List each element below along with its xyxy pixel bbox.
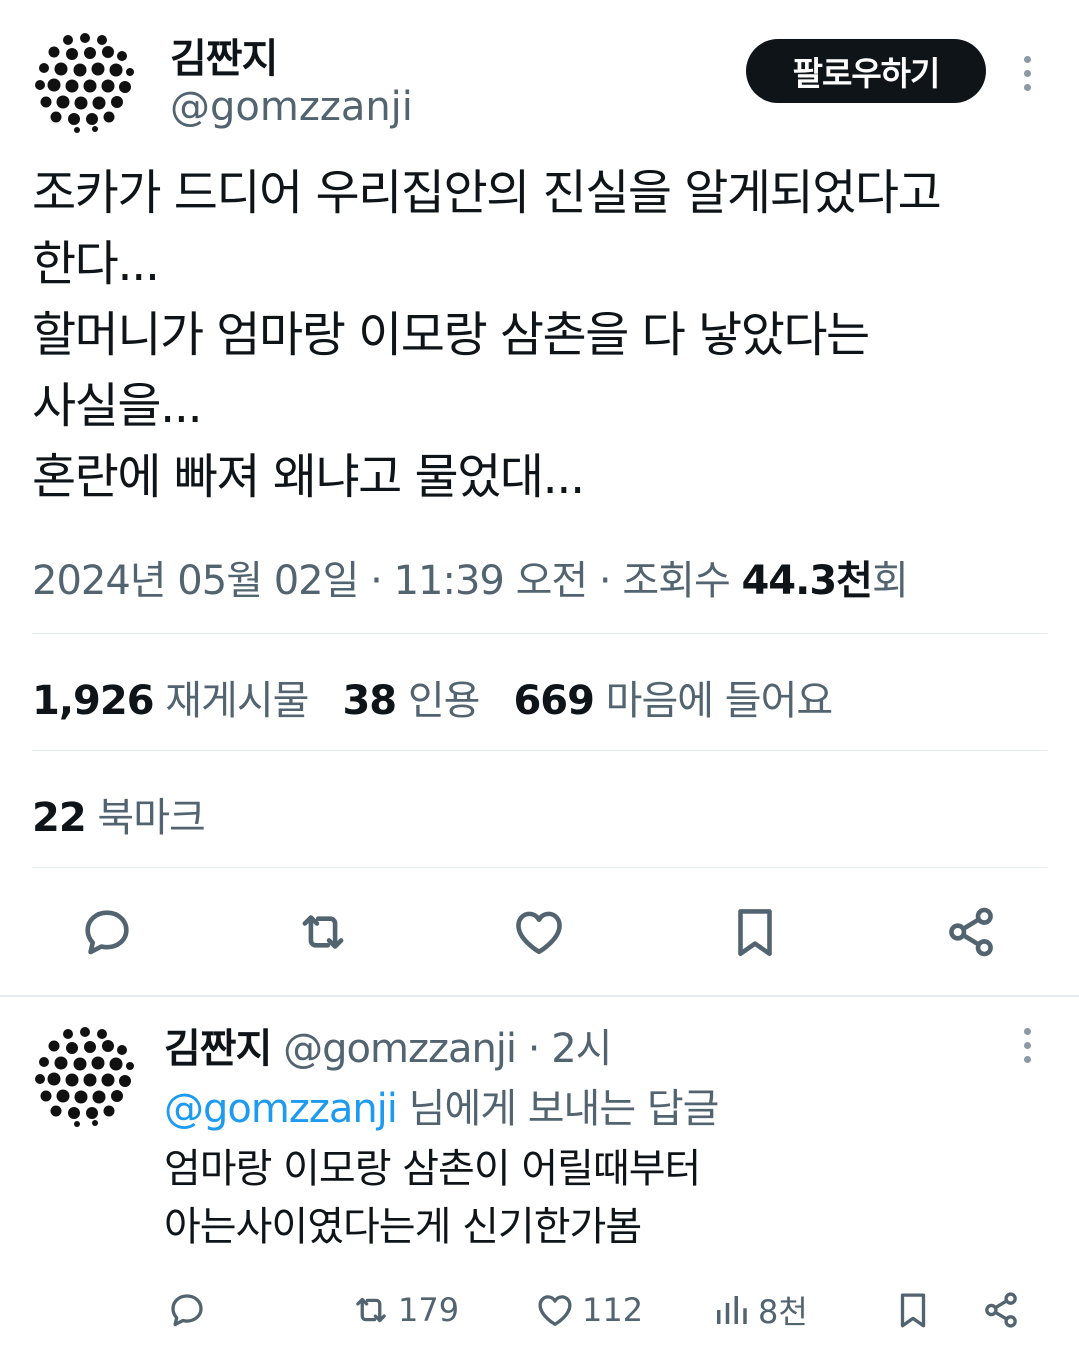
retweet-icon[interactable] [294, 903, 352, 961]
like-icon[interactable] [510, 903, 568, 961]
tweet-date[interactable]: 2024년 05월 02일 [32, 558, 359, 604]
retweets-count: 1,926 [32, 678, 155, 724]
likes-stat[interactable]: 669 마음에 들어요 [513, 678, 834, 724]
quotes-count: 38 [342, 678, 397, 724]
like-icon [538, 1295, 572, 1327]
bookmarks-count: 22 [32, 795, 87, 841]
views-label: 조회수 [622, 558, 730, 604]
bookmarks-stat[interactable]: 22 북마크 [32, 785, 206, 843]
separator: · [527, 1026, 541, 1072]
views-count[interactable]: 44.3천 [741, 558, 872, 604]
reply-author-handle[interactable]: @gomzzanji [283, 1026, 517, 1072]
reply-icon [171, 1294, 203, 1327]
divider [32, 867, 1048, 868]
reply-reply-button[interactable] [166, 1286, 214, 1334]
reply-text-line: 엄마랑 이모랑 삼촌이 어릴때부터 [164, 1146, 701, 1192]
share-icon [985, 1292, 1017, 1328]
author-name[interactable]: 김짠지 [170, 26, 278, 84]
tweet-text-line: 한다... [32, 236, 160, 292]
reply-author-avatar[interactable] [32, 1022, 138, 1128]
views-suffix: 회 [871, 558, 909, 604]
retweets-label: 재게시물 [165, 678, 309, 724]
reply-header: 김짠지 @gomzzanji · 2시 [164, 1016, 612, 1074]
tweet-text-line: 조카가 드디어 우리집안의 진실을 알게되었다고 [32, 165, 942, 221]
section-divider [0, 995, 1079, 997]
reply-views-count: 8천 [758, 1293, 808, 1331]
reply-time[interactable]: 2시 [551, 1026, 612, 1072]
reply-retweet-button[interactable]: 179 [350, 1286, 459, 1334]
share-icon[interactable] [942, 903, 1000, 961]
separator: · [370, 558, 383, 604]
tweet-text: 조카가 드디어 우리집안의 진실을 알게되었다고 한다... 할머니가 엄마랑 … [32, 158, 1042, 513]
quotes-stat[interactable]: 38 인용 [342, 678, 481, 724]
engagement-stats: 1,926 재게시물 38 인용 669 마음에 들어요 [32, 668, 834, 726]
bookmark-icon[interactable] [726, 903, 784, 961]
more-options-icon[interactable] [1017, 56, 1037, 91]
divider [32, 633, 1048, 634]
tweet-text-line: 혼란에 빠져 왜냐고 물었대... [32, 449, 585, 505]
reply-to-suffix: 님에게 보내는 답글 [408, 1086, 720, 1132]
replying-to: @gomzzanji 님에게 보내는 답글 [164, 1076, 720, 1134]
likes-count: 669 [513, 678, 594, 724]
author-handle[interactable]: @gomzzanji [170, 84, 413, 130]
retweets-stat[interactable]: 1,926 재게시물 [32, 678, 309, 724]
follow-button[interactable]: 팔로우하기 [746, 39, 986, 103]
likes-label: 마음에 들어요 [605, 678, 834, 724]
tweet-meta: 2024년 05월 02일 · 11:39 오전 · 조회수 44.3천회 [32, 548, 909, 606]
reply-share-button[interactable] [980, 1286, 1028, 1334]
reply-text: 엄마랑 이모랑 삼촌이 어릴때부터 아는사이였다는게 신기한가봄 [164, 1140, 701, 1256]
reply-views-button[interactable]: 8천 [710, 1286, 808, 1334]
bookmarks-label: 북마크 [97, 795, 205, 841]
reply-to-mention-link[interactable]: @gomzzanji [164, 1086, 398, 1132]
retweet-icon [356, 1297, 386, 1323]
reply-icon[interactable] [78, 903, 136, 961]
polka-dot-avatar-image [32, 28, 138, 134]
reply-bookmark-button[interactable] [892, 1286, 940, 1334]
separator: · [598, 558, 612, 604]
quotes-label: 인용 [407, 678, 481, 724]
tweet-time[interactable]: 11:39 오전 [394, 558, 589, 604]
author-avatar[interactable] [32, 28, 138, 134]
reply-author-name[interactable]: 김짠지 [164, 1026, 272, 1072]
reply-like-count: 112 [582, 1291, 644, 1329]
reply-retweet-count: 179 [398, 1291, 460, 1329]
reply-like-button[interactable]: 112 [534, 1286, 643, 1334]
reply-text-line: 아는사이였다는게 신기한가봄 [164, 1204, 642, 1250]
bookmark-icon [900, 1293, 926, 1328]
views-chart-icon [717, 1296, 747, 1324]
tweet-text-line: 사실을... [32, 378, 203, 434]
polka-dot-avatar-image [32, 1022, 138, 1128]
tweet-text-line: 할머니가 엄마랑 이모랑 삼촌을 다 낳았다는 [32, 307, 870, 363]
divider [32, 750, 1048, 751]
reply-more-options-icon[interactable] [1017, 1028, 1037, 1063]
